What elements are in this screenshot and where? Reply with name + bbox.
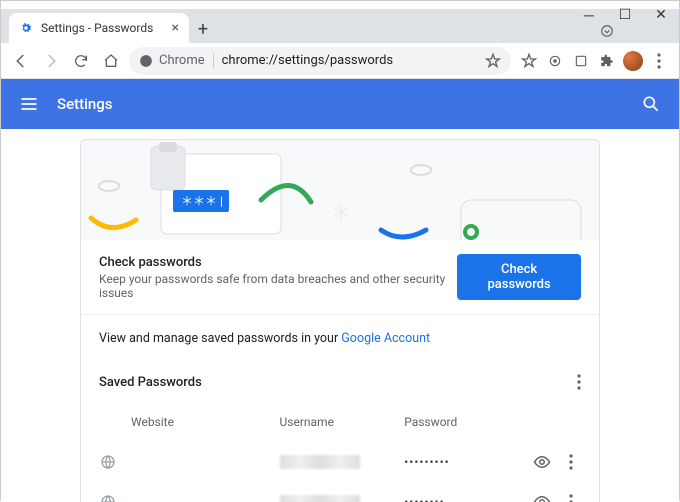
table-row: ••••••••• — [99, 442, 581, 482]
content-scroll[interactable]: ＊＊＊ | ＊ Check passwords Keep your passwo… — [1, 129, 679, 502]
svg-text:＊: ＊ — [331, 201, 351, 225]
table-header: Website Username Password — [99, 402, 581, 442]
check-passwords-section: Check passwords Keep your passwords safe… — [81, 240, 599, 315]
extension-icon-3[interactable] — [569, 49, 593, 73]
menu-icon[interactable] — [19, 94, 39, 114]
col-website: Website — [131, 415, 274, 429]
saved-passwords-header: Saved Passwords — [81, 350, 599, 398]
extensions-button[interactable] — [595, 49, 619, 73]
passwords-card: ＊＊＊ | ＊ Check passwords Keep your passwo… — [80, 139, 600, 502]
col-password: Password — [404, 415, 523, 429]
url-text: chrome://settings/passwords — [222, 53, 394, 68]
omnibox[interactable]: Chrome chrome://settings/passwords — [129, 47, 511, 75]
manage-prefix: View and manage saved passwords in your — [99, 331, 341, 346]
chrome-scheme-label: Chrome — [159, 53, 205, 68]
check-sub: Keep your passwords safe from data breac… — [99, 272, 457, 300]
password-mask: ••••••••• — [404, 455, 523, 469]
home-button[interactable] — [99, 49, 123, 73]
close-window-button[interactable]: ✕ — [643, 1, 679, 29]
row-more-icon[interactable] — [561, 454, 581, 470]
passwords-table: Website Username Password ••••••••• ••••… — [81, 398, 599, 502]
settings-header: Settings — [1, 79, 679, 129]
profile-avatar[interactable] — [621, 49, 645, 73]
table-row: •••••••• — [99, 482, 581, 502]
gear-icon — [19, 21, 33, 35]
globe-icon — [99, 453, 117, 471]
browser-tab[interactable]: Settings - Passwords × — [9, 13, 189, 43]
forward-button[interactable] — [39, 49, 63, 73]
site-info[interactable]: Chrome — [139, 53, 214, 68]
new-tab-button[interactable]: + — [189, 15, 217, 43]
show-password-icon[interactable] — [529, 453, 555, 471]
reload-button[interactable] — [69, 49, 93, 73]
close-tab-icon[interactable]: × — [172, 20, 179, 36]
minimize-button[interactable]: ─ — [571, 1, 607, 29]
saved-title: Saved Passwords — [99, 375, 202, 390]
window-controls: ─ ☐ ✕ — [571, 1, 679, 29]
extension-icon-1[interactable] — [517, 49, 541, 73]
chrome-icon — [139, 54, 153, 68]
svg-text:＊＊＊ |: ＊＊＊ | — [181, 194, 223, 208]
illustration: ＊＊＊ | ＊ — [81, 140, 599, 240]
browser-menu-button[interactable] — [647, 49, 671, 73]
username-blur — [280, 455, 360, 469]
back-button[interactable] — [9, 49, 33, 73]
page-title: Settings — [57, 95, 113, 113]
star-icon[interactable] — [485, 53, 501, 69]
saved-more-icon[interactable] — [577, 374, 581, 390]
check-heading: Check passwords — [99, 255, 457, 270]
browser-toolbar: Chrome chrome://settings/passwords — [1, 43, 679, 79]
check-passwords-button[interactable]: Check passwords — [457, 254, 581, 300]
col-username: Username — [280, 415, 399, 429]
google-account-link[interactable]: Google Account — [341, 331, 430, 346]
maximize-button[interactable]: ☐ — [607, 1, 643, 29]
extension-icon-2[interactable] — [543, 49, 567, 73]
tab-title: Settings - Passwords — [41, 21, 153, 35]
search-icon[interactable] — [641, 94, 661, 114]
manage-passwords-text: View and manage saved passwords in your … — [81, 315, 599, 350]
